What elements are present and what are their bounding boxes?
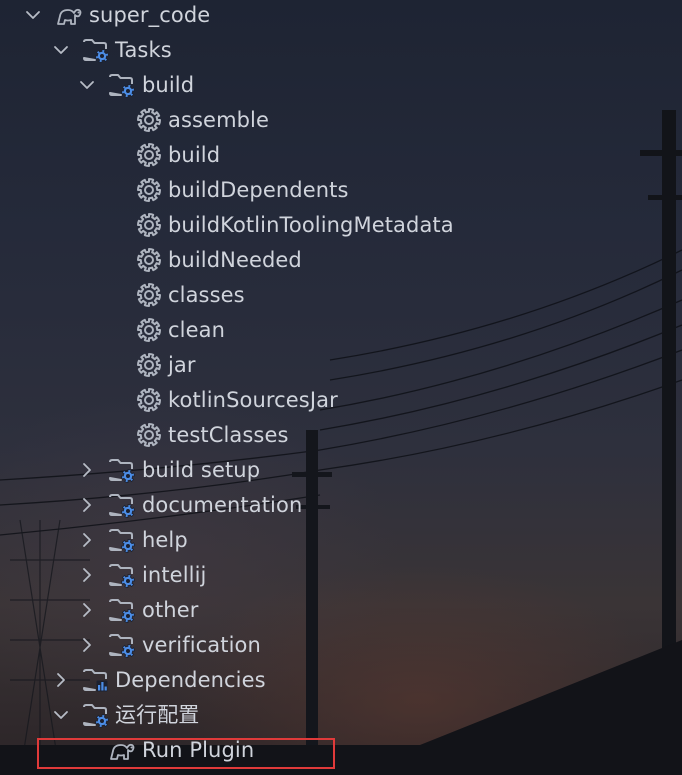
tree-node-task[interactable]: clean	[0, 313, 682, 348]
folder-chart-icon	[82, 667, 110, 693]
tree-node-label: build	[142, 73, 195, 97]
chevron-down-icon[interactable]	[52, 41, 70, 59]
gear-icon	[136, 142, 164, 168]
tree-node-task-group[interactable]: intellij	[0, 558, 682, 593]
tree-node-task-group[interactable]: other	[0, 593, 682, 628]
folder-gear-icon	[82, 37, 110, 63]
chevron-right-icon[interactable]	[78, 601, 96, 619]
tree-node-label: assemble	[168, 108, 270, 132]
tree-node-task[interactable]: kotlinSourcesJar	[0, 383, 682, 418]
tree-node-label: buildDependents	[168, 178, 349, 202]
chevron-right-icon[interactable]	[78, 531, 96, 549]
tree-node-label: build setup	[142, 458, 261, 482]
gear-icon	[136, 247, 164, 273]
tree-node-task[interactable]: classes	[0, 278, 682, 313]
tree-node-label: clean	[168, 318, 225, 342]
tree-node-label: other	[142, 598, 199, 622]
tree-node-task[interactable]: buildKotlinToolingMetadata	[0, 208, 682, 243]
tree-node-dependencies[interactable]: Dependencies	[0, 663, 682, 698]
folder-gear-icon	[108, 562, 136, 588]
tree-node-task-group[interactable]: verification	[0, 628, 682, 663]
tree-node-label: jar	[168, 353, 196, 377]
tree-node-label: intellij	[142, 563, 207, 587]
gradle-elephant-icon	[55, 2, 83, 28]
chevron-right-icon[interactable]	[78, 496, 96, 514]
gear-icon	[136, 177, 164, 203]
tree-node-label: Dependencies	[115, 668, 266, 692]
chevron-right-icon[interactable]	[78, 461, 96, 479]
gear-icon	[136, 422, 164, 448]
tree-node-label: Tasks	[115, 38, 172, 62]
tree-node-label: buildKotlinToolingMetadata	[168, 213, 454, 237]
folder-gear-icon	[108, 632, 136, 658]
folder-gear-icon	[82, 702, 110, 728]
gear-icon	[136, 317, 164, 343]
tree-node-task[interactable]: buildDependents	[0, 173, 682, 208]
tree-node-task[interactable]: assemble	[0, 103, 682, 138]
tree-node-run-configurations[interactable]: 运行配置	[0, 698, 682, 733]
chevron-right-icon[interactable]	[78, 636, 96, 654]
chevron-down-icon[interactable]	[24, 6, 42, 24]
tree-node-task[interactable]: buildNeeded	[0, 243, 682, 278]
tree-node-task-group[interactable]: help	[0, 523, 682, 558]
tree-node-tasks[interactable]: Tasks	[0, 33, 682, 68]
tree-node-label: super_code	[89, 3, 211, 27]
tree-node-task-group[interactable]: documentation	[0, 488, 682, 523]
chevron-right-icon[interactable]	[78, 566, 96, 584]
tree-node-task[interactable]: testClasses	[0, 418, 682, 453]
gradle-tool-window-tree: super_code Tasks build assemble build buildDe…	[0, 0, 682, 775]
gear-icon	[136, 282, 164, 308]
tree-node-label: verification	[142, 633, 261, 657]
tree-node-label: documentation	[142, 493, 303, 517]
tree-node-project[interactable]: super_code	[0, 0, 682, 33]
tree-node-label: build	[168, 143, 221, 167]
folder-gear-icon	[108, 492, 136, 518]
tree-node-label: testClasses	[168, 423, 289, 447]
folder-gear-icon	[108, 597, 136, 623]
tree-node-task[interactable]: jar	[0, 348, 682, 383]
tree-node-task-group[interactable]: build	[0, 68, 682, 103]
tree-node-label: help	[142, 528, 188, 552]
folder-gear-icon	[108, 72, 136, 98]
folder-gear-icon	[108, 527, 136, 553]
tree-node-label: buildNeeded	[168, 248, 302, 272]
tree-node-label: classes	[168, 283, 245, 307]
tree-node-label: 运行配置	[115, 703, 200, 727]
tree-node-label: kotlinSourcesJar	[168, 388, 338, 412]
gear-icon	[136, 212, 164, 238]
chevron-down-icon[interactable]	[52, 706, 70, 724]
gear-icon	[136, 387, 164, 413]
gear-icon	[136, 352, 164, 378]
tree-node-task-group[interactable]: build setup	[0, 453, 682, 488]
tree-node-task[interactable]: build	[0, 138, 682, 173]
chevron-right-icon[interactable]	[52, 671, 70, 689]
highlight-box	[37, 738, 335, 769]
folder-gear-icon	[108, 457, 136, 483]
gear-icon	[136, 107, 164, 133]
chevron-down-icon[interactable]	[78, 76, 96, 94]
